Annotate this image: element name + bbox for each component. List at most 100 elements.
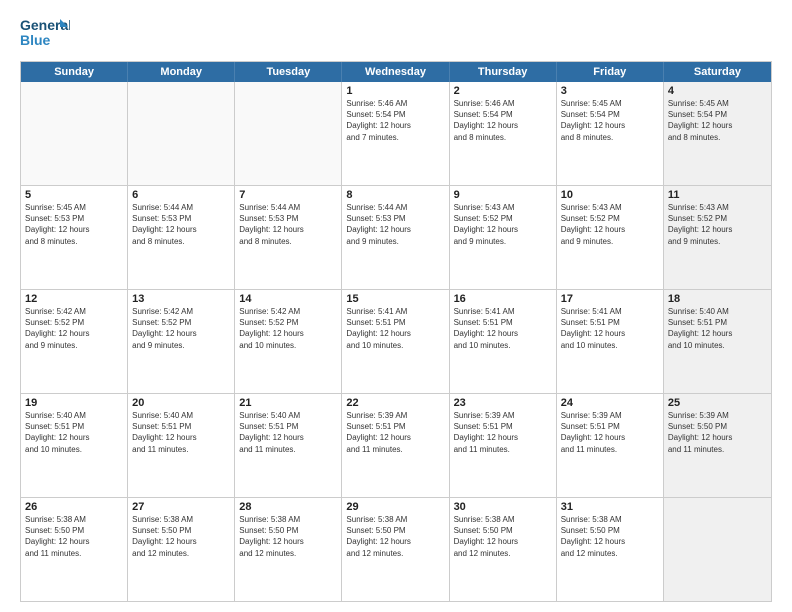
calendar-cell: 31Sunrise: 5:38 AM Sunset: 5:50 PM Dayli… [557, 498, 664, 601]
day-number: 13 [132, 293, 230, 305]
day-number: 23 [454, 397, 552, 409]
cell-info: Sunrise: 5:40 AM Sunset: 5:51 PM Dayligh… [239, 410, 337, 455]
calendar-cell: 3Sunrise: 5:45 AM Sunset: 5:54 PM Daylig… [557, 82, 664, 185]
header-day: Monday [128, 62, 235, 82]
cell-info: Sunrise: 5:46 AM Sunset: 5:54 PM Dayligh… [346, 98, 444, 143]
calendar-cell: 19Sunrise: 5:40 AM Sunset: 5:51 PM Dayli… [21, 394, 128, 497]
calendar-row: 12 Sunrise: 5:42 AM Sunset: 5:52 PM Dayli… [21, 289, 771, 393]
header-day: Wednesday [342, 62, 449, 82]
svg-text:Blue: Blue [20, 32, 51, 48]
calendar-cell: 14Sunrise: 5:42 AM Sunset: 5:52 PM Dayli… [235, 290, 342, 393]
calendar-cell: 23Sunrise: 5:39 AM Sunset: 5:51 PM Dayli… [450, 394, 557, 497]
calendar-cell: 22Sunrise: 5:39 AM Sunset: 5:51 PM Dayli… [342, 394, 449, 497]
calendar-cell: 27Sunrise: 5:38 AM Sunset: 5:50 PM Dayli… [128, 498, 235, 601]
cell-info: Sunrise: 5:40 AM Sunset: 5:51 PM Dayligh… [132, 410, 230, 455]
cell-info: Sunrise: 5:39 AM Sunset: 5:51 PM Dayligh… [454, 410, 552, 455]
cell-info: Sunrise: 5:43 AM Sunset: 5:52 PM Dayligh… [454, 202, 552, 247]
cell-info: Sunrise: 5:38 AM Sunset: 5:50 PM Dayligh… [25, 514, 123, 559]
day-number: 3 [561, 85, 659, 97]
logo: GeneralBlue [20, 15, 70, 51]
calendar-row: 5Sunrise: 5:45 AM Sunset: 5:53 PM Daylig… [21, 185, 771, 289]
day-number: 2 [454, 85, 552, 97]
cell-info: Sunrise: 5:44 AM Sunset: 5:53 PM Dayligh… [239, 202, 337, 247]
day-number: 17 [561, 293, 659, 305]
calendar-cell: 8Sunrise: 5:44 AM Sunset: 5:53 PM Daylig… [342, 186, 449, 289]
calendar-cell: 26Sunrise: 5:38 AM Sunset: 5:50 PM Dayli… [21, 498, 128, 601]
cell-info: Sunrise: 5:40 AM Sunset: 5:51 PM Dayligh… [668, 306, 767, 351]
header-day: Sunday [21, 62, 128, 82]
calendar-body: 1Sunrise: 5:46 AM Sunset: 5:54 PM Daylig… [21, 82, 771, 601]
calendar-cell: 15Sunrise: 5:41 AM Sunset: 5:51 PM Dayli… [342, 290, 449, 393]
calendar-cell: 17Sunrise: 5:41 AM Sunset: 5:51 PM Dayli… [557, 290, 664, 393]
day-number: 30 [454, 501, 552, 513]
calendar-cell [21, 82, 128, 185]
day-number: 28 [239, 501, 337, 513]
calendar-row: 26Sunrise: 5:38 AM Sunset: 5:50 PM Dayli… [21, 497, 771, 601]
cell-info: Sunrise: 5:45 AM Sunset: 5:54 PM Dayligh… [561, 98, 659, 143]
cell-info: Sunrise: 5:38 AM Sunset: 5:50 PM Dayligh… [561, 514, 659, 559]
calendar-row: 1Sunrise: 5:46 AM Sunset: 5:54 PM Daylig… [21, 82, 771, 185]
day-number: 19 [25, 397, 123, 409]
calendar-cell: 20Sunrise: 5:40 AM Sunset: 5:51 PM Dayli… [128, 394, 235, 497]
calendar-cell: 25Sunrise: 5:39 AM Sunset: 5:50 PM Dayli… [664, 394, 771, 497]
cell-info: Sunrise: 5:40 AM Sunset: 5:51 PM Dayligh… [25, 410, 123, 455]
cell-info: Sunrise: 5:39 AM Sunset: 5:50 PM Dayligh… [668, 410, 767, 455]
calendar: SundayMondayTuesdayWednesdayThursdayFrid… [20, 61, 772, 602]
cell-info: Sunrise: 5:39 AM Sunset: 5:51 PM Dayligh… [561, 410, 659, 455]
calendar-cell: 1Sunrise: 5:46 AM Sunset: 5:54 PM Daylig… [342, 82, 449, 185]
day-number: 18 [668, 293, 767, 305]
day-number: 14 [239, 293, 337, 305]
day-number: 6 [132, 189, 230, 201]
header-day: Thursday [450, 62, 557, 82]
day-number: 22 [346, 397, 444, 409]
header-day: Saturday [664, 62, 771, 82]
day-number: 8 [346, 189, 444, 201]
calendar-cell: 6Sunrise: 5:44 AM Sunset: 5:53 PM Daylig… [128, 186, 235, 289]
calendar-cell [664, 498, 771, 601]
cell-info: Sunrise: 5:43 AM Sunset: 5:52 PM Dayligh… [668, 202, 767, 247]
calendar-cell: 9Sunrise: 5:43 AM Sunset: 5:52 PM Daylig… [450, 186, 557, 289]
day-number: 7 [239, 189, 337, 201]
cell-info: Sunrise: 5:38 AM Sunset: 5:50 PM Dayligh… [132, 514, 230, 559]
calendar-cell: 21Sunrise: 5:40 AM Sunset: 5:51 PM Dayli… [235, 394, 342, 497]
calendar-header: SundayMondayTuesdayWednesdayThursdayFrid… [21, 62, 771, 82]
cell-info: Sunrise: 5:44 AM Sunset: 5:53 PM Dayligh… [346, 202, 444, 247]
header-day: Friday [557, 62, 664, 82]
calendar-cell [235, 82, 342, 185]
cell-info: Sunrise: 5:42 AM Sunset: 5:52 PM Dayligh… [239, 306, 337, 351]
cell-info: Sunrise: 5:42 AM Sunset: 5:52 PM Dayligh… [132, 306, 230, 351]
calendar-cell [128, 82, 235, 185]
cell-info: Sunrise: 5:41 AM Sunset: 5:51 PM Dayligh… [346, 306, 444, 351]
calendar-cell: 30Sunrise: 5:38 AM Sunset: 5:50 PM Dayli… [450, 498, 557, 601]
day-number: 20 [132, 397, 230, 409]
cell-info: Sunrise: 5:41 AM Sunset: 5:51 PM Dayligh… [454, 306, 552, 351]
calendar-cell: 7Sunrise: 5:44 AM Sunset: 5:53 PM Daylig… [235, 186, 342, 289]
day-number: 29 [346, 501, 444, 513]
day-number: 16 [454, 293, 552, 305]
calendar-cell: 2Sunrise: 5:46 AM Sunset: 5:54 PM Daylig… [450, 82, 557, 185]
calendar-cell: 11Sunrise: 5:43 AM Sunset: 5:52 PM Dayli… [664, 186, 771, 289]
page: GeneralBlue SundayMondayTuesdayWednesday… [0, 0, 792, 612]
calendar-cell: 5Sunrise: 5:45 AM Sunset: 5:53 PM Daylig… [21, 186, 128, 289]
calendar-cell: 29Sunrise: 5:38 AM Sunset: 5:50 PM Dayli… [342, 498, 449, 601]
day-number: 11 [668, 189, 767, 201]
day-number: 24 [561, 397, 659, 409]
calendar-cell: 4Sunrise: 5:45 AM Sunset: 5:54 PM Daylig… [664, 82, 771, 185]
cell-info: Sunrise: 5:38 AM Sunset: 5:50 PM Dayligh… [346, 514, 444, 559]
day-number: 1 [346, 85, 444, 97]
calendar-cell: 12Sunrise: 5:42 AM Sunset: 5:52 PM Dayli… [21, 290, 128, 393]
day-number: 12 [25, 293, 123, 305]
day-number: 31 [561, 501, 659, 513]
calendar-cell: 24Sunrise: 5:39 AM Sunset: 5:51 PM Dayli… [557, 394, 664, 497]
day-number: 25 [668, 397, 767, 409]
calendar-cell: 28Sunrise: 5:38 AM Sunset: 5:50 PM Dayli… [235, 498, 342, 601]
cell-info: Sunrise: 5:41 AM Sunset: 5:51 PM Dayligh… [561, 306, 659, 351]
calendar-cell: 16Sunrise: 5:41 AM Sunset: 5:51 PM Dayli… [450, 290, 557, 393]
cell-info: Sunrise: 5:44 AM Sunset: 5:53 PM Dayligh… [132, 202, 230, 247]
day-number: 27 [132, 501, 230, 513]
logo-svg: GeneralBlue [20, 15, 70, 51]
header: GeneralBlue [20, 15, 772, 51]
cell-info: Sunrise: 5:43 AM Sunset: 5:52 PM Dayligh… [561, 202, 659, 247]
day-number: 9 [454, 189, 552, 201]
cell-info: Sunrise: 5:38 AM Sunset: 5:50 PM Dayligh… [239, 514, 337, 559]
